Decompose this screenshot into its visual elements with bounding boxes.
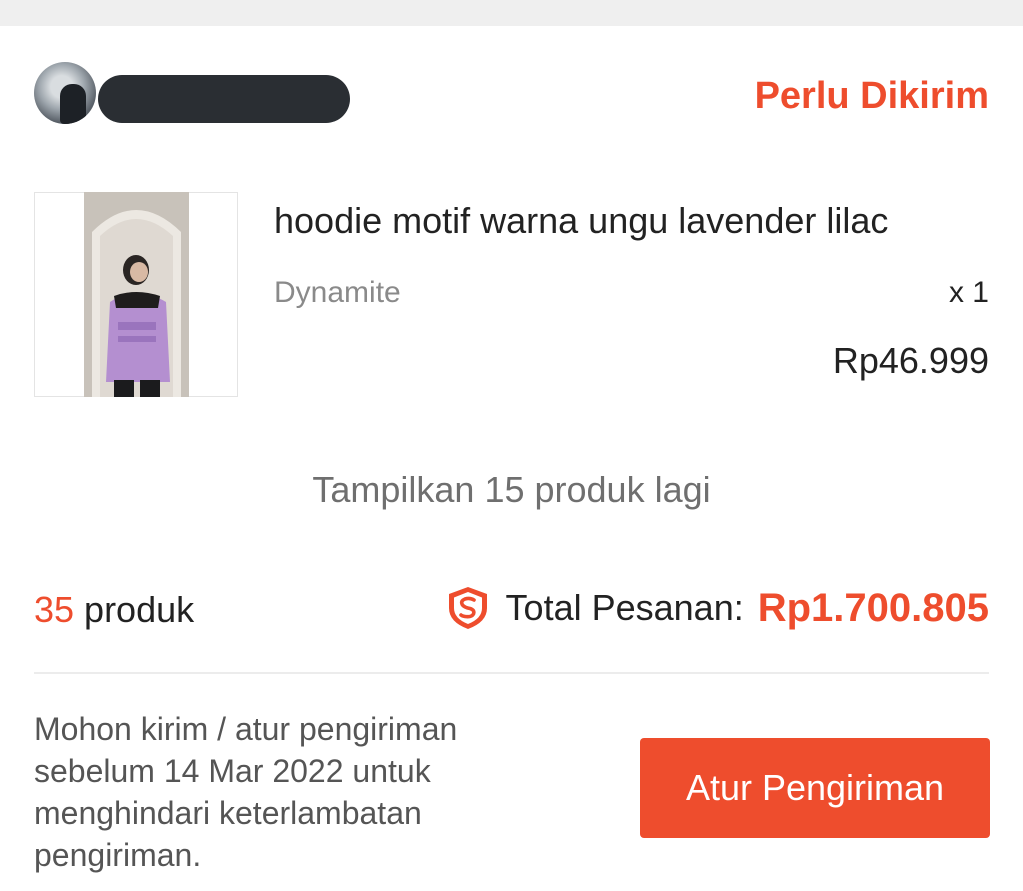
show-more-products-link[interactable]: Tampilkan 15 produk lagi: [0, 468, 1023, 512]
section-divider: [34, 672, 989, 674]
product-thumbnail[interactable]: [84, 192, 189, 397]
buyer-avatar[interactable]: [34, 62, 96, 124]
product-quantity: x 1: [948, 276, 989, 309]
product-count-number: 35: [34, 589, 75, 630]
arrange-shipment-button[interactable]: Atur Pengiriman: [640, 738, 990, 838]
shopee-guarantee-shield-icon: [444, 584, 492, 632]
product-count: 35 produk: [34, 588, 194, 632]
buyer-name-redacted: [98, 75, 350, 123]
product-variant: Dynamite: [274, 276, 401, 309]
product-count-label: produk: [84, 589, 195, 630]
top-strip: [0, 0, 1023, 26]
avatar-figure: [60, 84, 86, 124]
product-name: hoodie motif warna ungu lavender lilac: [274, 200, 889, 241]
shipping-deadline-notice: Mohon kirim / atur pengiriman sebelum 14…: [34, 711, 458, 873]
product-photo: [84, 192, 189, 397]
total-value: Rp1.700.805: [757, 586, 989, 630]
order-status: Perlu Dikirim: [754, 75, 989, 117]
product-price: Rp46.999: [832, 340, 989, 381]
total-label: Total Pesanan:: [505, 587, 744, 628]
order-total: Total Pesanan: Rp1.700.805: [444, 584, 989, 632]
